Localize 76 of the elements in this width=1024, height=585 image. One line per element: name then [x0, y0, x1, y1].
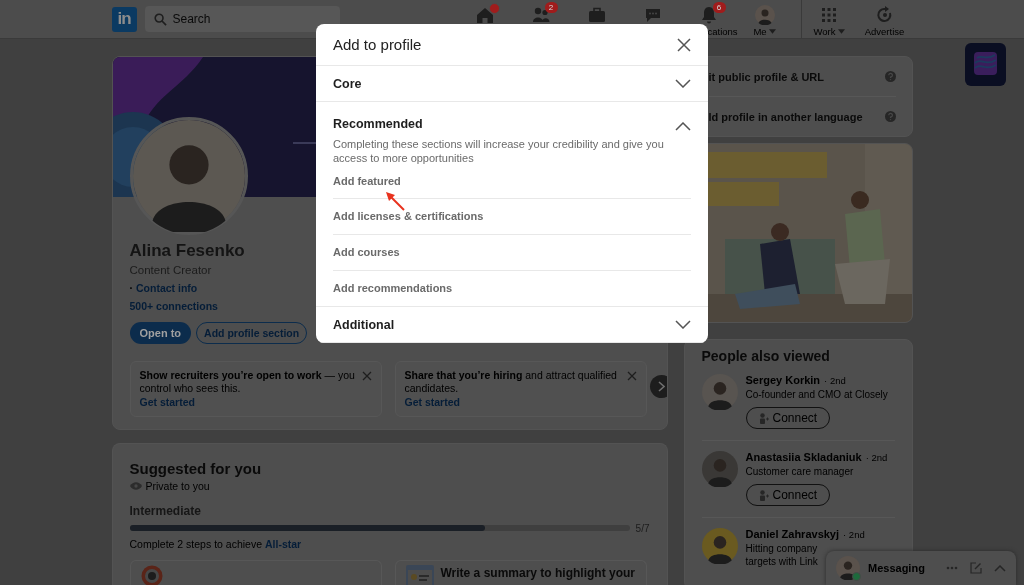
person-name[interactable]: Anastasiia Skladaniuk: [745, 451, 862, 463]
people-icon: [530, 5, 551, 25]
briefcase-icon: [586, 5, 607, 25]
add-section-link[interactable]: Add licenses & certifications: [333, 199, 691, 235]
connections-link[interactable]: 500+ connections: [129, 300, 218, 312]
eye-icon: [129, 481, 142, 490]
compose-icon[interactable]: [970, 562, 982, 574]
grid-icon: [819, 5, 839, 25]
nav-item[interactable]: Work: [800, 0, 857, 38]
section-header[interactable]: Recommended: [316, 102, 708, 135]
logo[interactable]: in: [111, 6, 137, 32]
get-started-link[interactable]: Get started: [404, 395, 460, 409]
avatar: [701, 374, 738, 410]
section-header[interactable]: Additional: [316, 307, 708, 342]
nav-item[interactable]: Advertise: [856, 0, 913, 38]
add-section-link[interactable]: Add courses: [333, 235, 691, 271]
chevron-up-icon: [675, 122, 691, 131]
more-icon[interactable]: [946, 566, 958, 570]
separator-dot: ·: [129, 282, 133, 294]
avatar: [701, 451, 738, 487]
close-icon[interactable]: [361, 371, 372, 381]
home-icon: [474, 5, 495, 25]
close-icon: [677, 37, 691, 52]
close-button[interactable]: [677, 37, 691, 52]
contact-info-link[interactable]: Contact info: [136, 282, 198, 294]
person-headline: Customer care manager: [745, 466, 855, 477]
chevron-right-icon: [657, 381, 665, 392]
help-icon: [884, 71, 896, 82]
add-section-link[interactable]: Add featured: [333, 165, 691, 199]
avatar: [701, 528, 738, 564]
messaging-bar[interactable]: Messaging: [826, 551, 1016, 585]
chevron-up-icon[interactable]: [994, 564, 1006, 572]
nav-item[interactable]: 2: [512, 0, 569, 23]
avatar: [836, 556, 860, 580]
section-description: Completing these sections will increase your credibility and give you access to more opportunities: [332, 137, 665, 165]
get-started-link[interactable]: Get started: [139, 395, 195, 409]
hint-text: Complete 2 steps to achieve: [129, 537, 262, 550]
profile-name: Alina Fesenko: [129, 241, 245, 261]
section-title: People also viewed: [701, 348, 831, 364]
open-to-button[interactable]: Open to: [129, 322, 192, 344]
profile-link[interactable]: ld profile in another language: [708, 110, 863, 123]
chevron-down-icon: [675, 79, 691, 88]
profile-link[interactable]: it public profile & URL: [708, 70, 824, 83]
avatar: [754, 5, 775, 25]
prompt-text: Share that you’re hiring and attract qualified candidates.: [404, 369, 618, 395]
app-icon[interactable]: [965, 43, 1006, 86]
person-name[interactable]: Daniel Zahravskyj: [745, 528, 840, 540]
pointer-arrow: [384, 190, 406, 212]
add-person-icon: [758, 489, 769, 501]
person-name[interactable]: Sergey Korkin: [745, 374, 821, 386]
help-icon: [884, 111, 896, 122]
section-header[interactable]: Core: [316, 66, 708, 101]
next-button[interactable]: [649, 375, 667, 398]
nav-item[interactable]: 6 cations: [680, 0, 737, 38]
privacy-label: Private to you: [145, 479, 210, 492]
person-headline: Co-founder and CMO at Closely: [745, 389, 888, 400]
chevron-down-icon: [675, 320, 691, 329]
suggestion-title: Write a summary to highlight your: [440, 565, 635, 580]
connection-degree: · 2nd: [843, 529, 865, 540]
dialog-title: Add to profile: [333, 36, 422, 53]
notification-badge: 2: [544, 2, 558, 13]
add-section-link[interactable]: Add recommendations: [333, 271, 691, 306]
search-icon: [153, 13, 167, 26]
messaging-label[interactable]: Messaging: [868, 562, 938, 574]
prompt-text: Show recruiters you’re open to work — you control who sees this.: [139, 369, 356, 395]
add-person-icon: [758, 412, 769, 424]
section-title: Suggested for you: [129, 459, 263, 477]
all-star-link[interactable]: All-star: [265, 537, 302, 550]
connection-degree: · 2nd: [865, 452, 888, 463]
nav-item[interactable]: Me: [736, 0, 793, 38]
level-title: Intermediate: [129, 503, 202, 518]
connection-degree: · 2nd: [824, 375, 846, 386]
person-headline: Hitting company targets with Link: [745, 543, 819, 568]
close-icon[interactable]: [626, 371, 637, 381]
search-field[interactable]: Search: [144, 6, 340, 32]
notification-badge: 6: [712, 2, 726, 13]
